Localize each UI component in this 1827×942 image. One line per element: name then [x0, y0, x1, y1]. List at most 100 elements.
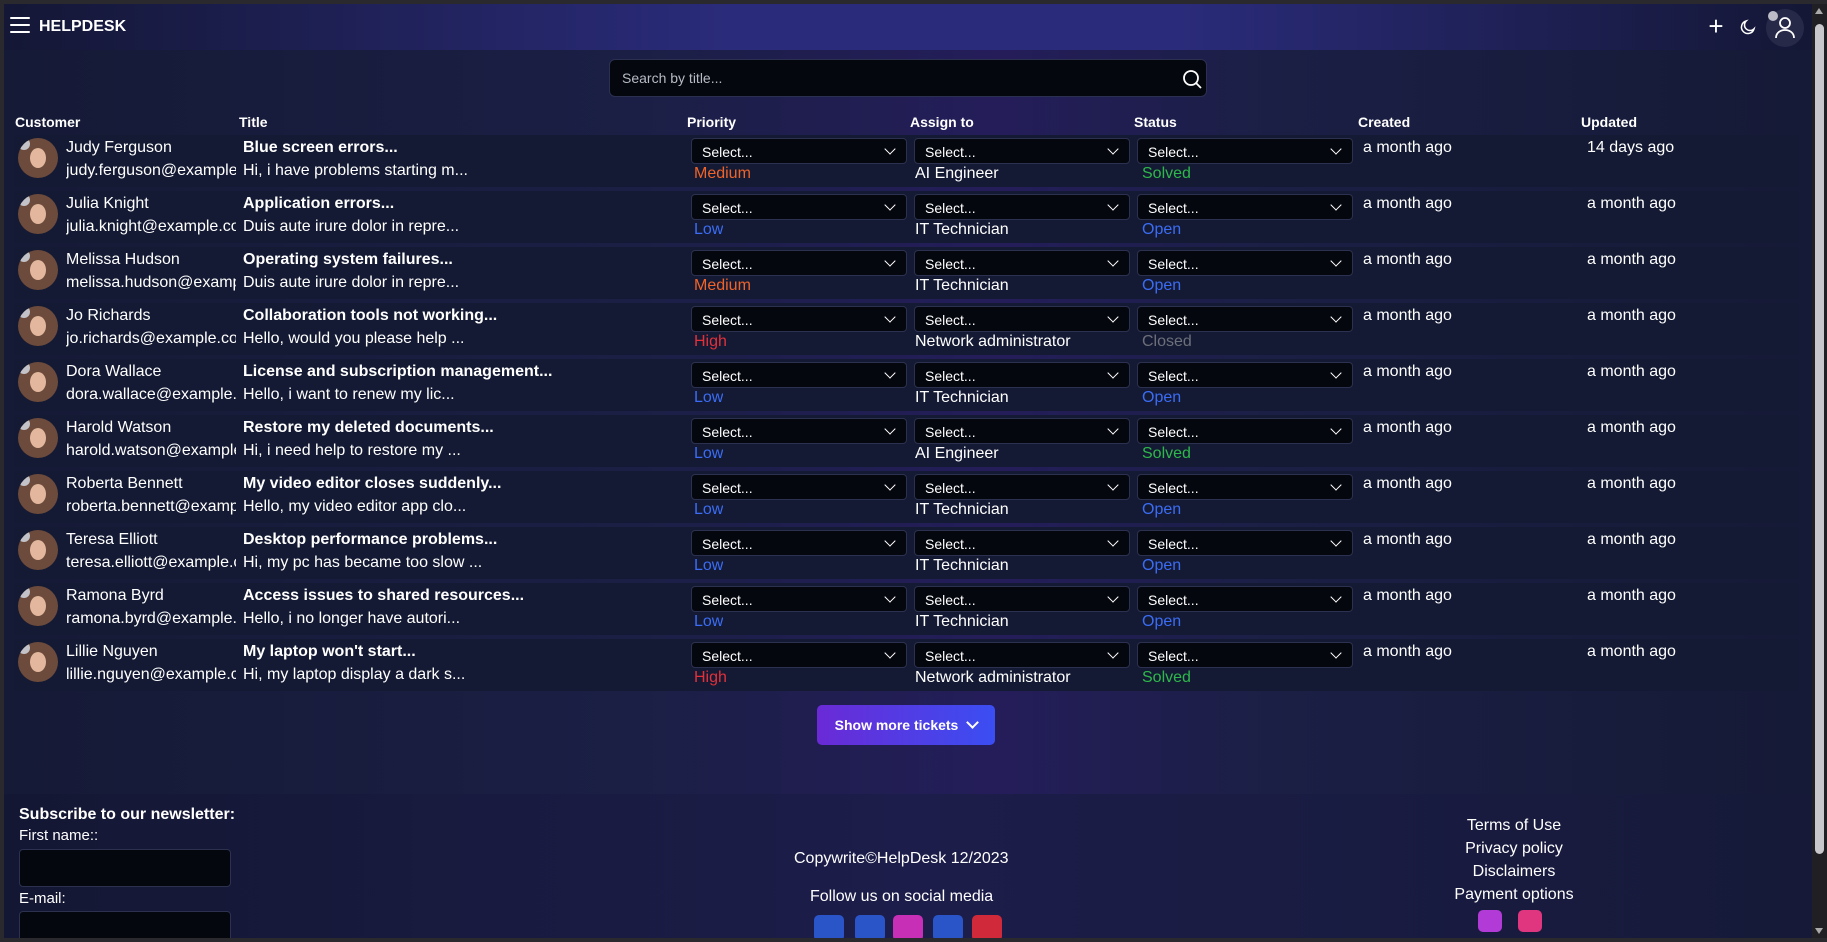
column-header-assign[interactable]: Assign to: [910, 114, 974, 130]
status-select-value: Select...: [1148, 648, 1199, 664]
status-select[interactable]: Select...: [1137, 418, 1353, 444]
assign-select[interactable]: Select...: [914, 586, 1130, 612]
first-name-field[interactable]: [19, 849, 231, 887]
ticket-title[interactable]: Application errors...: [243, 195, 683, 213]
twitter-icon[interactable]: [933, 915, 963, 938]
youtube-icon[interactable]: [972, 915, 1002, 938]
assign-select[interactable]: Select...: [914, 530, 1130, 556]
priority-select[interactable]: Select...: [691, 194, 907, 220]
assign-select-value: Select...: [925, 312, 976, 328]
priority-select[interactable]: Select...: [691, 138, 907, 164]
table-row[interactable]: Roberta Bennett roberta.bennett@example.…: [14, 471, 1799, 523]
chevron-down-icon: [1107, 367, 1119, 379]
search-input[interactable]: [622, 60, 1162, 96]
ticket-title[interactable]: Access issues to shared resources...: [243, 587, 683, 605]
table-row[interactable]: Harold Watson harold.watson@example.com …: [14, 415, 1799, 467]
priority-select[interactable]: Select...: [691, 474, 907, 500]
priority-select[interactable]: Select...: [691, 642, 907, 668]
assignee-value: IT Technician: [915, 557, 1009, 574]
scroll-thumb[interactable]: [1815, 24, 1824, 854]
ticket-title[interactable]: Collaboration tools not working...: [243, 307, 683, 325]
disclaimers-link[interactable]: Disclaimers: [1424, 860, 1604, 883]
ticket-title[interactable]: Desktop performance problems...: [243, 531, 683, 549]
status-select[interactable]: Select...: [1137, 474, 1353, 500]
status-select[interactable]: Select...: [1137, 362, 1353, 388]
chevron-down-icon: [884, 255, 896, 267]
status-select-value: Select...: [1148, 368, 1199, 384]
column-header-customer[interactable]: Customer: [15, 114, 80, 130]
add-ticket-icon[interactable]: +: [1704, 13, 1728, 39]
column-header-created[interactable]: Created: [1358, 114, 1410, 130]
scrollbar[interactable]: [1812, 4, 1827, 938]
assign-select[interactable]: Select...: [914, 474, 1130, 500]
created-time: a month ago: [1363, 419, 1452, 436]
terms-of-use-link[interactable]: Terms of Use: [1424, 814, 1604, 837]
table-row[interactable]: Teresa Elliott teresa.elliott@example.co…: [14, 527, 1799, 579]
assign-select[interactable]: Select...: [914, 418, 1130, 444]
status-select[interactable]: Select...: [1137, 642, 1353, 668]
customer-name: Julia Knight: [66, 195, 149, 212]
assign-select[interactable]: Select...: [914, 642, 1130, 668]
assign-select[interactable]: Select...: [914, 250, 1130, 276]
column-header-title[interactable]: Title: [239, 114, 268, 130]
instagram-icon[interactable]: [893, 915, 923, 938]
priority-select[interactable]: Select...: [691, 586, 907, 612]
linkedin-icon[interactable]: [814, 915, 844, 938]
table-row[interactable]: Ramona Byrd ramona.byrd@example.com Acce…: [14, 583, 1799, 635]
status-select[interactable]: Select...: [1137, 250, 1353, 276]
assign-select[interactable]: Select...: [914, 194, 1130, 220]
ticket-description: Hi, my laptop display a dark s...: [243, 666, 466, 683]
email-field[interactable]: [19, 911, 231, 938]
column-header-updated[interactable]: Updated: [1581, 114, 1637, 130]
ticket-title[interactable]: Blue screen errors...: [243, 139, 683, 157]
scroll-up-arrow-icon[interactable]: [1815, 8, 1823, 14]
ticket-title[interactable]: My video editor closes suddenly...: [243, 475, 683, 493]
assign-select[interactable]: Select...: [914, 138, 1130, 164]
ticket-title[interactable]: License and subscription management...: [243, 363, 683, 381]
ticket-title[interactable]: My laptop won't start...: [243, 643, 683, 661]
customer-email: ramona.byrd@example.com: [66, 610, 236, 627]
ticket-title[interactable]: Restore my deleted documents...: [243, 419, 683, 437]
priority-select[interactable]: Select...: [691, 306, 907, 332]
email-label: E-mail:: [19, 890, 66, 907]
column-header-status[interactable]: Status: [1134, 114, 1177, 130]
assign-select[interactable]: Select...: [914, 362, 1130, 388]
assign-select[interactable]: Select...: [914, 306, 1130, 332]
status-select[interactable]: Select...: [1137, 306, 1353, 332]
table-row[interactable]: Melissa Hudson melissa.hudson@example.co…: [14, 247, 1799, 299]
status-select[interactable]: Select...: [1137, 194, 1353, 220]
status-select[interactable]: Select...: [1137, 586, 1353, 612]
search-icon[interactable]: [1182, 69, 1202, 89]
scroll-down-arrow-icon[interactable]: [1815, 928, 1823, 934]
privacy-policy-link[interactable]: Privacy policy: [1424, 837, 1604, 860]
first-name-label: First name::: [19, 827, 99, 844]
ticket-title[interactable]: Operating system failures...: [243, 251, 683, 269]
status-dot: [18, 250, 30, 262]
priority-select[interactable]: Select...: [691, 418, 907, 444]
chevron-down-icon: [1330, 423, 1342, 435]
status-select[interactable]: Select...: [1137, 530, 1353, 556]
table-row[interactable]: Judy Ferguson judy.ferguson@example.com …: [14, 135, 1799, 187]
table-row[interactable]: Jo Richards jo.richards@example.com Coll…: [14, 303, 1799, 355]
priority-select[interactable]: Select...: [691, 362, 907, 388]
created-time: a month ago: [1363, 531, 1452, 548]
payment-options-link[interactable]: Payment options: [1424, 883, 1604, 906]
created-time: a month ago: [1363, 139, 1452, 156]
hamburger-menu-icon[interactable]: [10, 17, 30, 33]
table-row[interactable]: Dora Wallace dora.wallace@example.com Li…: [14, 359, 1799, 411]
user-avatar-button[interactable]: [1766, 9, 1804, 47]
dark-mode-moon-icon[interactable]: [1739, 18, 1759, 38]
chevron-down-icon: [1107, 535, 1119, 547]
customer-name: Teresa Elliott: [66, 531, 158, 548]
facebook-icon[interactable]: [855, 915, 885, 938]
show-more-tickets-button[interactable]: Show more tickets: [817, 705, 995, 745]
priority-select[interactable]: Select...: [691, 530, 907, 556]
column-header-priority[interactable]: Priority: [687, 114, 736, 130]
chevron-down-icon: [1330, 367, 1342, 379]
priority-select[interactable]: Select...: [691, 250, 907, 276]
customer-avatar: [18, 138, 58, 178]
status-select[interactable]: Select...: [1137, 138, 1353, 164]
table-row[interactable]: Julia Knight julia.knight@example.com Ap…: [14, 191, 1799, 243]
updated-time: a month ago: [1587, 363, 1676, 380]
table-row[interactable]: Lillie Nguyen lillie.nguyen@example.com …: [14, 639, 1799, 691]
